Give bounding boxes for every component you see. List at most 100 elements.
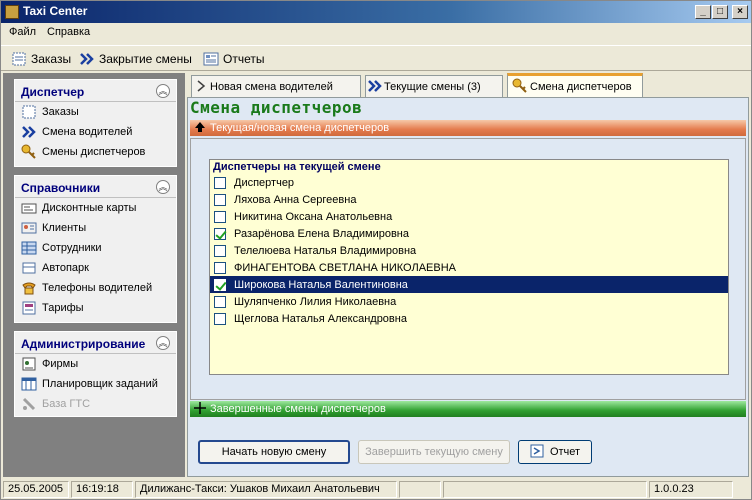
status-time: 16:19:18 [71, 481, 133, 498]
status-bar: 25.05.2005 16:19:18 Дилижанс-Такси: Ушак… [1, 479, 751, 499]
orders-icon [21, 104, 37, 120]
action-bar: Начать новую смену Завершить текущую сме… [190, 432, 746, 476]
clients-icon [21, 220, 37, 236]
current-shift-panel: Диспетчеры на текущей смене Диспертчер Ля… [190, 138, 746, 400]
administration-group-header[interactable]: Администрирование ︽ [15, 332, 176, 354]
phone-icon [21, 280, 37, 296]
left-navigation-panel: Диспетчер ︽ Заказы Смена водителей Смены… [3, 73, 185, 477]
checkbox[interactable] [214, 312, 226, 325]
sidebar-item-label: Фирмы [42, 358, 79, 370]
list-item[interactable]: Разарёнова Елена Владимировна [210, 225, 728, 242]
checkbox[interactable] [214, 227, 226, 240]
minimize-button[interactable]: _ [695, 5, 711, 19]
tab-dispatcher-shift[interactable]: Смена диспетчеров [507, 73, 643, 97]
toolbar-close-shift-label: Закрытие смены [99, 52, 192, 66]
database-icon [21, 396, 37, 412]
references-group-header[interactable]: Справочники ︽ [15, 176, 176, 198]
sidebar-item-orders[interactable]: Заказы [15, 102, 176, 122]
discount-card-icon [21, 200, 37, 216]
dispatcher-group-title: Диспетчер [21, 85, 85, 99]
sidebar-item-dispatcher-shifts[interactable]: Смены диспетчеров [15, 142, 176, 162]
tab-new-driver-shift[interactable]: Новая смена водителей [191, 75, 361, 97]
key-icon [21, 144, 37, 160]
list-header: Диспетчеры на текущей смене [213, 161, 381, 173]
start-new-shift-button[interactable]: Начать новую смену [198, 440, 350, 464]
sidebar-item-label: Смены диспетчеров [42, 146, 146, 158]
toolbar-orders-label: Заказы [31, 52, 72, 66]
menu-file[interactable]: Файл [9, 26, 36, 38]
checkbox[interactable] [214, 244, 226, 257]
list-item[interactable]: ФИНАГЕНТОВА СВЕТЛАНА НИКОЛАЕВНА [210, 259, 728, 276]
sidebar-item-employees[interactable]: Сотрудники [15, 238, 176, 258]
tab-label: Новая смена водителей [210, 80, 333, 93]
tab-strip: Новая смена водителей Текущие смены (3) … [187, 73, 751, 97]
checkbox[interactable] [214, 261, 226, 274]
dispatcher-name: Телелюева Наталья Владимировна [234, 244, 417, 257]
dispatcher-shift-content: Смена диспетчеров Текущая/новая смена ди… [187, 97, 749, 477]
sidebar-item-tariffs[interactable]: Тарифы [15, 298, 176, 318]
list-item[interactable]: Телелюева Наталья Владимировна [210, 242, 728, 259]
collapse-chevron-icon[interactable]: ︽ [156, 84, 170, 98]
reports-icon [203, 51, 219, 67]
finished-shifts-section-bar[interactable]: Завершенные смены диспетчеров [190, 401, 746, 417]
report-button[interactable]: Отчет [518, 440, 592, 464]
status-user: Дилижанс-Такси: Ушаков Михаил Анатольеви… [135, 481, 397, 498]
tab-label: Смена диспетчеров [530, 80, 632, 93]
list-item[interactable]: Щеглова Наталья Александровна [210, 310, 728, 327]
sidebar-item-discount-cards[interactable]: Дисконтные карты [15, 198, 176, 218]
sidebar-item-driver-shift[interactable]: Смена водителей [15, 122, 176, 142]
tariffs-icon [21, 300, 37, 316]
arrow-up-icon [194, 121, 206, 136]
report-button-label: Отчет [549, 446, 581, 458]
checkbox[interactable] [214, 210, 226, 223]
title-bar[interactable]: Taxi Center _ □ × [1, 1, 751, 23]
app-window: Taxi Center _ □ × Файл Справка Заказы За… [0, 0, 752, 500]
checkbox[interactable] [214, 193, 226, 206]
firms-icon [21, 356, 37, 372]
orders-icon [11, 51, 27, 67]
checkbox[interactable] [214, 278, 226, 291]
finished-shifts-section-label: Завершенные смены диспетчеров [210, 403, 386, 415]
list-item[interactable]: Диспертчер [210, 174, 728, 191]
sidebar-item-firms[interactable]: Фирмы [15, 354, 176, 374]
close-button[interactable]: × [732, 5, 748, 19]
scheduler-icon [21, 376, 37, 392]
employees-icon [21, 240, 37, 256]
sidebar-item-gts-database[interactable]: База ГТС [15, 394, 176, 414]
toolbar-reports-button[interactable]: Отчеты [203, 50, 264, 68]
list-item[interactable]: Никитина Оксана Анатольевна [210, 208, 728, 225]
app-icon[interactable] [5, 5, 19, 19]
sidebar-item-fleet[interactable]: Автопарк [15, 258, 176, 278]
key-icon [512, 78, 528, 94]
tab-current-shifts[interactable]: Текущие смены (3) [365, 75, 503, 97]
current-shift-section-bar[interactable]: Текущая/новая смена диспетчеров [190, 120, 746, 136]
sidebar-item-clients[interactable]: Клиенты [15, 218, 176, 238]
toolbar-reports-label: Отчеты [223, 52, 265, 66]
dispatcher-group-header[interactable]: Диспетчер ︽ [15, 80, 176, 102]
dispatcher-name: Щеглова Наталья Александровна [234, 312, 407, 325]
double-chevron-icon [21, 124, 37, 140]
sidebar-item-label: Автопарк [42, 262, 89, 274]
menu-help[interactable]: Справка [47, 26, 90, 38]
administration-group: Администрирование ︽ Фирмы Планировщик за… [14, 331, 177, 417]
checkbox[interactable] [214, 176, 226, 189]
double-chevron-icon [79, 51, 95, 67]
maximize-button[interactable]: □ [712, 5, 728, 19]
checkbox[interactable] [214, 295, 226, 308]
menu-bar: Файл Справка [1, 23, 751, 43]
toolbar-close-shift-button[interactable]: Закрытие смены [79, 50, 192, 68]
sidebar-item-driver-phones[interactable]: Телефоны водителей [15, 278, 176, 298]
list-item[interactable]: Ляхова Анна Сергеевна [210, 191, 728, 208]
finish-current-shift-button[interactable]: Завершить текущую смену [358, 440, 510, 464]
tab-label: Текущие смены (3) [384, 80, 481, 93]
list-item[interactable]: Широкова Наталья Валентиновна [210, 276, 728, 293]
list-item[interactable]: Шуляпченко Лилия Николаевна [210, 293, 728, 310]
status-empty-panel-2 [443, 481, 647, 498]
sidebar-item-task-scheduler[interactable]: Планировщик заданий [15, 374, 176, 394]
dispatcher-name: Широкова Наталья Валентиновна [234, 278, 408, 291]
dispatcher-checklist[interactable]: Диспетчеры на текущей смене Диспертчер Ля… [209, 159, 729, 375]
collapse-chevron-icon[interactable]: ︽ [156, 180, 170, 194]
toolbar-orders-button[interactable]: Заказы [11, 50, 71, 68]
references-group-title: Справочники [21, 181, 101, 195]
collapse-chevron-icon[interactable]: ︽ [156, 336, 170, 350]
